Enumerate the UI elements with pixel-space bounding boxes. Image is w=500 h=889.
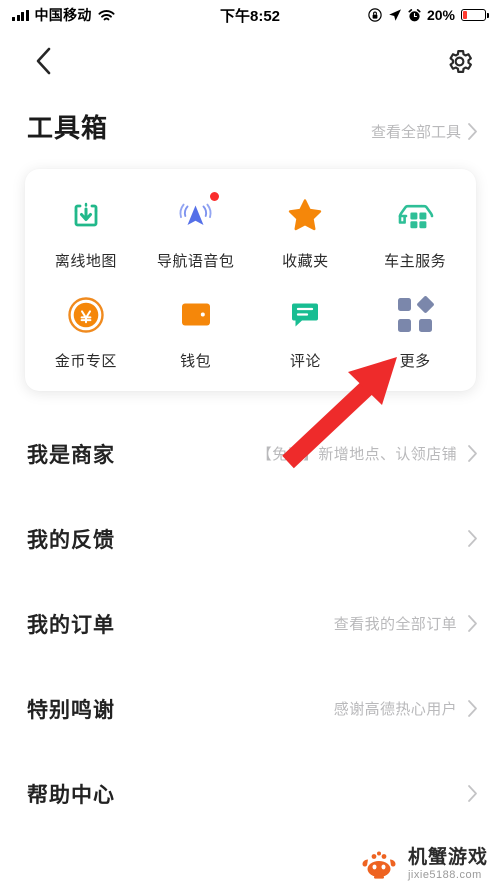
row-title: 我是商家 <box>27 443 115 467</box>
tool-wallet[interactable]: 钱包 <box>141 293 251 371</box>
tool-label: 更多 <box>399 353 431 370</box>
row-subtitle: 【免费】新增地点、认领店铺 <box>256 446 457 463</box>
tool-label: 评论 <box>289 353 321 370</box>
tool-navigation-voice[interactable]: 导航语音包 <box>141 192 251 271</box>
watermark: 机蟹游戏 jixie5188.com <box>356 848 488 881</box>
tool-more[interactable]: 更多 <box>360 293 470 371</box>
tool-label: 收藏夹 <box>282 253 329 270</box>
tool-car-owner-service[interactable]: 车主服务 <box>360 193 470 271</box>
tool-label: 离线地图 <box>54 253 117 270</box>
status-bar-left: 中国移动 <box>12 5 115 25</box>
chevron-right-icon <box>468 700 477 717</box>
chevron-right-icon <box>468 445 477 462</box>
back-button[interactable] <box>26 44 60 78</box>
row-right <box>457 784 478 803</box>
list-item-special-thanks[interactable]: 特别鸣谢 感谢高德热心用户 <box>0 666 500 751</box>
toolbox-card: 离线地图 导航语音包 收藏夹 车主服务 金币专区 钱包 评论 更多 <box>25 169 476 391</box>
tool-label: 车主服务 <box>384 253 447 270</box>
wifi-icon <box>98 9 115 22</box>
chevron-left-icon <box>36 47 51 75</box>
row-subtitle: 查看我的全部订单 <box>333 616 457 633</box>
page-title: 工具箱 <box>27 113 109 143</box>
chevron-right-icon <box>468 785 477 802</box>
list-item-merchant[interactable]: 我是商家 【免费】新增地点、认领店铺 <box>0 411 500 496</box>
row-title: 我的反馈 <box>27 528 115 552</box>
list-item-orders[interactable]: 我的订单 查看我的全部订单 <box>0 581 500 666</box>
wallet-icon <box>174 293 218 337</box>
more-grid-icon <box>393 293 437 337</box>
tool-comments[interactable]: 评论 <box>251 293 361 371</box>
row-right: 查看我的全部订单 <box>334 613 478 634</box>
view-all-tools-label: 查看全部工具 <box>370 124 461 141</box>
navigation-voice-icon <box>174 192 219 237</box>
notification-dot-badge <box>209 192 219 201</box>
list-item-feedback[interactable]: 我的反馈 <box>0 496 500 581</box>
crab-icon <box>356 849 402 881</box>
tool-gold-coin-zone[interactable]: 金币专区 <box>31 293 141 371</box>
signal-icon <box>12 9 29 21</box>
status-bar: 中国移动 下午8:52 20% <box>0 0 500 30</box>
tool-label: 钱包 <box>180 353 212 370</box>
tool-label: 金币专区 <box>54 353 117 370</box>
chevron-right-icon <box>468 615 477 632</box>
list-item-help-center[interactable]: 帮助中心 <box>0 751 500 836</box>
row-title: 帮助中心 <box>27 783 115 807</box>
watermark-url: jixie5188.com <box>407 869 482 881</box>
tool-offline-map[interactable]: 离线地图 <box>31 193 141 271</box>
status-bar-right: 20% <box>368 7 489 23</box>
watermark-text: 机蟹游戏 jixie5188.com <box>408 848 488 881</box>
battery-icon <box>461 9 489 21</box>
chevron-right-icon <box>468 123 477 140</box>
nav-bar <box>0 30 500 92</box>
tool-grid: 离线地图 导航语音包 收藏夹 车主服务 金币专区 钱包 评论 更多 <box>31 192 470 371</box>
toolbox-section-header: 工具箱 查看全部工具 <box>0 92 500 145</box>
view-all-tools-link[interactable]: 查看全部工具 <box>371 121 478 142</box>
car-service-icon <box>393 193 437 237</box>
row-right: 感谢高德热心用户 <box>334 698 478 719</box>
row-title: 我的订单 <box>27 613 115 637</box>
alarm-clock-icon <box>408 8 421 22</box>
row-subtitle: 感谢高德热心用户 <box>333 701 457 718</box>
settings-button[interactable] <box>442 44 476 78</box>
chevron-right-icon <box>468 530 477 547</box>
settings-list: 我是商家 【免费】新增地点、认领店铺 我的反馈 我的订单 查看我的全部订单 特别… <box>0 411 500 836</box>
gear-icon <box>448 49 472 73</box>
comment-bubble-icon <box>283 293 327 337</box>
row-right: 【免费】新增地点、认领店铺 <box>257 443 478 464</box>
offline-map-download-icon <box>64 193 108 237</box>
gold-coin-icon <box>64 293 108 337</box>
row-right <box>457 529 478 548</box>
tool-label: 导航语音包 <box>156 253 235 270</box>
carrier-label: 中国移动 <box>34 7 92 23</box>
location-arrow-icon <box>388 8 402 22</box>
row-title: 特别鸣谢 <box>27 698 115 722</box>
rotation-lock-icon <box>368 8 382 22</box>
star-icon <box>283 193 327 237</box>
tool-favorites[interactable]: 收藏夹 <box>251 193 361 271</box>
watermark-name: 机蟹游戏 <box>407 847 488 868</box>
battery-percent-label: 20% <box>426 7 455 23</box>
